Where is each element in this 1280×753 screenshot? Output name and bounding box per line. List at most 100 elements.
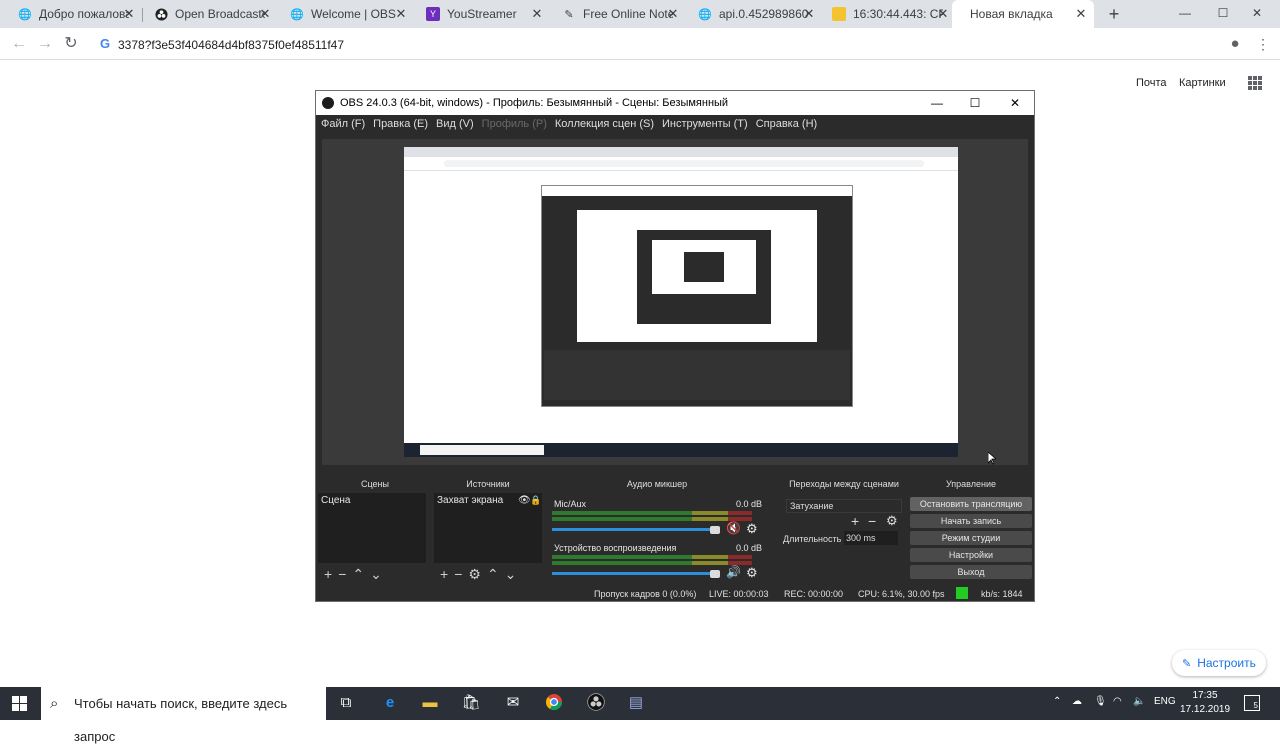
clock-time: 17:35 bbox=[1192, 690, 1218, 701]
images-link[interactable]: Картинки bbox=[1179, 77, 1226, 89]
document-icon bbox=[832, 7, 846, 21]
customize-button[interactable]: ✎ Настроить bbox=[1172, 650, 1266, 676]
obs-window-title: OBS 24.0.3 (64-bit, windows) - Профиль: … bbox=[340, 97, 729, 109]
obs-minimize-icon[interactable]: — bbox=[918, 91, 956, 115]
gear-icon[interactable]: ⚙ bbox=[746, 565, 758, 581]
file-explorer-icon[interactable]: ▬ bbox=[420, 693, 440, 713]
remove-icon[interactable]: − bbox=[454, 566, 462, 582]
volume-slider[interactable] bbox=[552, 528, 718, 531]
tab-open-broadcaster[interactable]: Open Broadcaster ✕ bbox=[136, 0, 278, 28]
tab-welcome[interactable]: 🌐 Добро пожаловать ✕ bbox=[0, 0, 142, 28]
move-up-icon[interactable]: ⌃ bbox=[487, 566, 499, 582]
tab-cpu-log[interactable]: 16:30:44.443: CPU ✕ bbox=[814, 0, 956, 28]
tab-title: YouStreamer bbox=[447, 7, 517, 21]
source-item[interactable]: Захват экрана 👁 🔒 bbox=[434, 493, 542, 508]
volume-icon[interactable]: 🔈 bbox=[1133, 696, 1145, 707]
menu-view[interactable]: Вид (V) bbox=[436, 118, 474, 130]
menu-help[interactable]: Справка (H) bbox=[756, 118, 817, 130]
duration-label: Длительность bbox=[783, 534, 842, 544]
obs-preview[interactable] bbox=[322, 139, 1028, 465]
notepad-taskbar-icon[interactable]: ▤ bbox=[626, 693, 646, 713]
customize-label: Настроить bbox=[1197, 656, 1256, 670]
muted-speaker-icon[interactable]: 🔇 bbox=[726, 521, 741, 535]
scene-item[interactable]: Сцена bbox=[318, 493, 426, 508]
chrome-icon[interactable] bbox=[544, 693, 564, 713]
start-recording-button[interactable]: Начать запись bbox=[910, 514, 1032, 528]
address-bar[interactable]: G 3378?f3e53f404684d4bf8375f0ef48511f47 bbox=[94, 31, 1218, 57]
menu-icon[interactable]: ⋮ bbox=[1252, 33, 1274, 55]
exit-button[interactable]: Выход bbox=[910, 565, 1032, 579]
edge-icon[interactable]: e bbox=[380, 693, 400, 713]
microphone-icon[interactable]: 🎙 bbox=[1094, 696, 1107, 707]
add-icon[interactable]: + bbox=[324, 566, 332, 582]
apps-grid-icon[interactable] bbox=[1248, 76, 1262, 90]
close-icon[interactable]: ✕ bbox=[258, 7, 272, 21]
windows-start-icon[interactable] bbox=[12, 696, 27, 711]
tab-notepad[interactable]: ✎ Free Online Notep ✕ bbox=[544, 0, 686, 28]
slider-handle[interactable] bbox=[710, 526, 720, 534]
back-icon[interactable]: ← bbox=[8, 33, 30, 55]
gmail-link[interactable]: Почта bbox=[1136, 77, 1167, 89]
youstreamer-icon: Y bbox=[426, 7, 440, 21]
task-view-icon[interactable]: ⧉ bbox=[336, 693, 356, 713]
move-up-icon[interactable]: ⌃ bbox=[352, 566, 364, 582]
studio-mode-button[interactable]: Режим студии bbox=[910, 531, 1032, 545]
close-icon[interactable]: ✕ bbox=[530, 7, 544, 21]
gear-icon[interactable]: ⚙ bbox=[468, 566, 481, 582]
onedrive-icon[interactable]: ☁ bbox=[1072, 696, 1082, 707]
remove-icon[interactable]: − bbox=[868, 513, 876, 529]
obs-close-icon[interactable]: ✕ bbox=[996, 91, 1034, 115]
add-icon[interactable]: + bbox=[440, 566, 448, 582]
close-icon[interactable]: ✕ bbox=[666, 7, 680, 21]
gear-icon[interactable]: ⚙ bbox=[746, 521, 758, 537]
obs-logo-icon bbox=[322, 97, 334, 109]
add-icon[interactable]: + bbox=[851, 513, 859, 529]
close-icon[interactable]: ✕ bbox=[1074, 7, 1088, 21]
duration-input[interactable]: 300 ms bbox=[844, 531, 898, 545]
move-down-icon[interactable]: ⌄ bbox=[505, 566, 517, 582]
mail-icon[interactable]: ✉ bbox=[503, 693, 523, 713]
tab-youstreamer[interactable]: Y YouStreamer ✕ bbox=[408, 0, 550, 28]
speaker-icon[interactable]: 🔊 bbox=[726, 565, 741, 579]
move-down-icon[interactable]: ⌄ bbox=[370, 566, 382, 582]
obs-maximize-icon[interactable]: ☐ bbox=[956, 91, 994, 115]
search-icon: ⌕ bbox=[50, 695, 59, 712]
gear-icon[interactable]: ⚙ bbox=[886, 513, 898, 529]
notification-icon[interactable]: 5 bbox=[1244, 695, 1260, 711]
eye-icon[interactable]: 👁 bbox=[518, 495, 531, 506]
reload-icon[interactable]: ↻ bbox=[60, 33, 82, 55]
close-icon[interactable]: ✕ bbox=[394, 7, 408, 21]
close-icon[interactable]: ✕ bbox=[122, 7, 136, 21]
profile-icon[interactable]: ● bbox=[1224, 33, 1246, 55]
stop-streaming-button[interactable]: Остановить трансляцию bbox=[910, 497, 1032, 511]
close-icon[interactable]: ✕ bbox=[936, 7, 950, 21]
forward-icon[interactable]: → bbox=[34, 33, 56, 55]
mouse-cursor-icon bbox=[988, 452, 996, 465]
close-window-icon[interactable]: ✕ bbox=[1234, 0, 1280, 28]
slider-handle[interactable] bbox=[710, 570, 720, 578]
tab-new-tab[interactable]: Новая вкладка ✕ bbox=[952, 0, 1094, 28]
clock-date: 17.12.2019 bbox=[1180, 704, 1231, 715]
tab-api[interactable]: 🌐 api.0.4529898605 ✕ bbox=[680, 0, 822, 28]
menu-file[interactable]: Файл (F) bbox=[321, 118, 365, 130]
show-hidden-icon[interactable]: ⌃ bbox=[1053, 696, 1061, 707]
dropped-frames: Пропуск кадров 0 (0.0%) bbox=[594, 589, 697, 599]
menu-scene-collection[interactable]: Коллекция сцен (S) bbox=[555, 118, 654, 130]
new-tab-icon[interactable]: + bbox=[1104, 4, 1124, 24]
store-icon[interactable]: 🛍 bbox=[461, 693, 481, 713]
stream-health-indicator bbox=[956, 587, 968, 599]
mixer-channel-mic: Mic/Aux 0.0 dB 🔇 ⚙ bbox=[552, 499, 764, 539]
menu-tools[interactable]: Инструменты (T) bbox=[662, 118, 748, 130]
tab-welcome-obs[interactable]: 🌐 Welcome | OBS ✕ bbox=[272, 0, 414, 28]
menu-edit[interactable]: Правка (E) bbox=[373, 118, 428, 130]
clock[interactable]: 17:35 17.12.2019 bbox=[1180, 689, 1230, 717]
taskbar-search[interactable]: ⌕ Чтобы начать поиск, введите здесь запр… bbox=[41, 687, 326, 744]
settings-button[interactable]: Настройки bbox=[910, 548, 1032, 562]
obs-taskbar-icon[interactable] bbox=[586, 693, 606, 713]
network-icon[interactable]: ◠ bbox=[1113, 696, 1122, 707]
lock-icon[interactable]: 🔒 bbox=[530, 495, 541, 506]
transition-select[interactable]: Затухание bbox=[786, 499, 902, 513]
volume-slider[interactable] bbox=[552, 572, 718, 575]
language-indicator[interactable]: ENG bbox=[1154, 696, 1176, 707]
remove-icon[interactable]: − bbox=[338, 566, 346, 582]
